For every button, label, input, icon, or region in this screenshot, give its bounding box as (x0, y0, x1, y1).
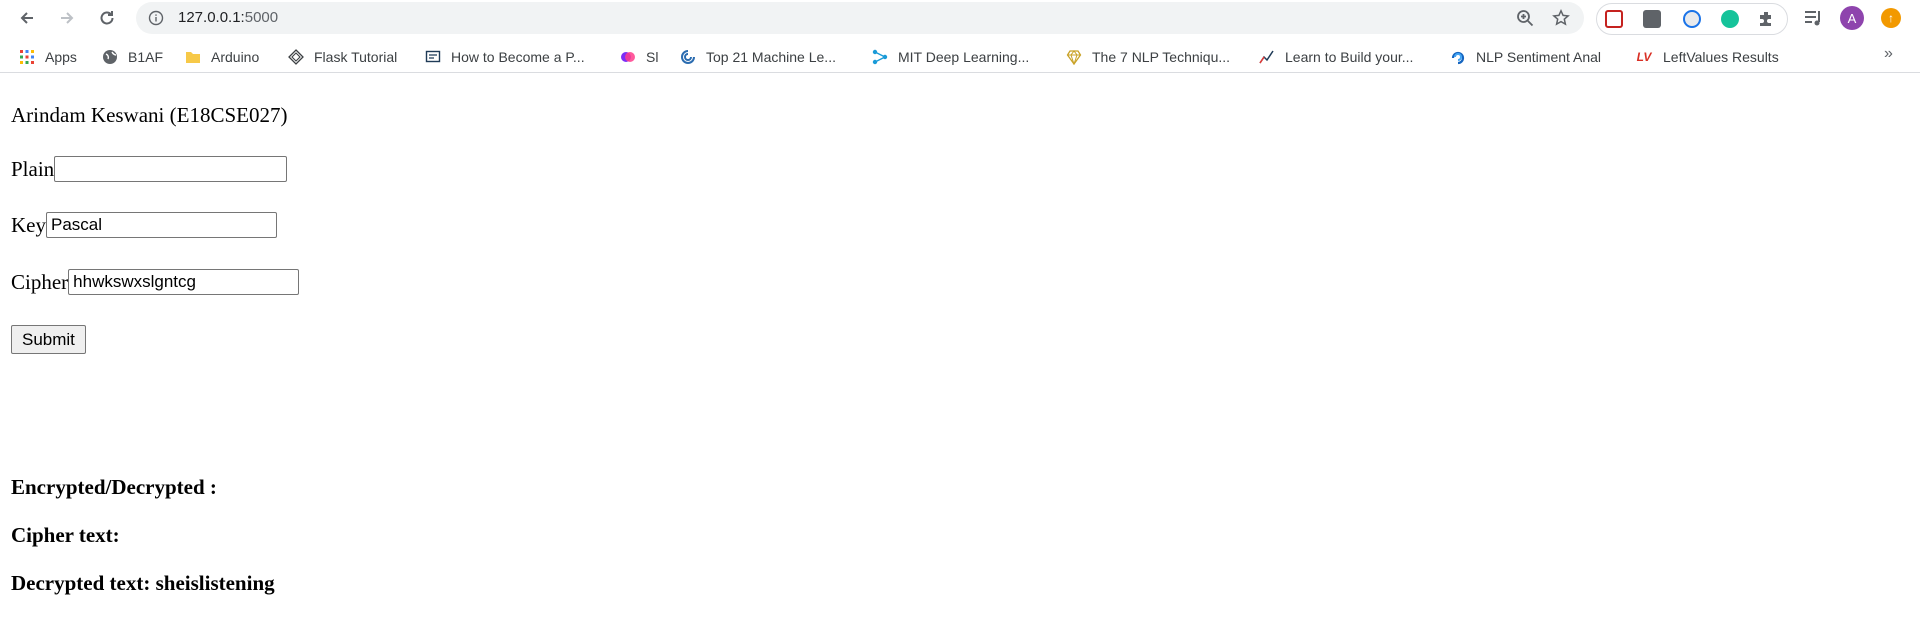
bookmark-star-icon[interactable] (1552, 9, 1570, 27)
gray-extension-icon[interactable] (1643, 10, 1661, 28)
bookmark-apps[interactable]: Apps (19, 47, 77, 67)
bookmark-label: The 7 NLP Techniqu... (1092, 49, 1231, 65)
bookmark-label: Apps (45, 49, 77, 65)
key-row: Key (11, 212, 277, 238)
site-info-icon[interactable] (148, 10, 164, 26)
circles-icon (620, 49, 636, 65)
bookmark-label: MIT Deep Learning... (898, 49, 1030, 65)
puzzle-icon[interactable] (1757, 10, 1775, 28)
plain-row: Plain (11, 156, 288, 182)
media-queue-icon[interactable] (1803, 8, 1823, 28)
folder-icon (185, 49, 201, 65)
cipher-label: Cipher (11, 269, 69, 294)
bookmark-arduino[interactable]: Arduino (185, 47, 259, 67)
cipher-input[interactable] (68, 269, 300, 295)
key-label: Key (11, 212, 46, 237)
zoom-icon[interactable] (1516, 9, 1534, 27)
reload-button[interactable] (93, 4, 121, 32)
bookmark-label: Learn to Build your... (1285, 49, 1414, 65)
extensions-group (1596, 3, 1788, 35)
bookmark-mit-deep-learning[interactable]: MIT Deep Learning... (872, 47, 1029, 67)
decrypted-text-result: Decrypted text: sheislistening (11, 571, 275, 595)
bookmark-label: Flask Tutorial (314, 49, 398, 65)
result-heading: Encrypted/Decrypted : (11, 475, 217, 499)
more-bookmarks-chevron-icon[interactable]: » (1884, 45, 1893, 63)
bookmark-label: LeftValues Results (1663, 49, 1779, 65)
bookmark-b1af[interactable]: B1AF (102, 47, 163, 67)
browser-toolbar: 127.0.0.1:5000 A ↑ (0, 0, 1920, 36)
plain-input[interactable] (54, 156, 288, 182)
bookmark-sl[interactable]: Sl (620, 47, 658, 67)
heart-gem-icon (1066, 49, 1082, 65)
back-arrow-icon (20, 12, 33, 24)
bookmark-learn-to-build[interactable]: Learn to Build your... (1259, 47, 1413, 67)
back-button[interactable] (13, 4, 41, 32)
bookmark-label: NLP Sentiment Anal (1476, 49, 1602, 65)
bookmark-leftvalues-results[interactable]: LV LeftValues Results (1635, 47, 1779, 67)
bookmark-flask-tutorial[interactable]: Flask Tutorial (288, 47, 397, 67)
laptop-icon (425, 49, 441, 65)
address-bar[interactable]: 127.0.0.1:5000 (136, 2, 1584, 34)
bookmark-label: Arduino (211, 49, 260, 65)
diamond-icon (288, 49, 304, 65)
apps-grid-icon (19, 49, 35, 65)
url-host: 127.0.0.1: (178, 9, 245, 26)
bookmark-nlp-sentiment[interactable]: NLP Sentiment Anal (1450, 47, 1601, 67)
globe-icon (102, 49, 118, 65)
forward-button[interactable] (53, 4, 81, 32)
network-icon (872, 49, 888, 65)
bookmark-label: Sl (646, 49, 659, 65)
bookmark-label: How to Become a P... (451, 49, 585, 65)
grammarly-extension-icon[interactable] (1721, 10, 1739, 28)
cipher-text-result: Cipher text: (11, 523, 120, 547)
profile-avatar[interactable]: A (1840, 6, 1864, 30)
plain-label: Plain (11, 156, 55, 181)
cipher-row: Cipher (11, 269, 300, 295)
url-port: 5000 (244, 9, 279, 26)
submit-button[interactable]: Submit (11, 325, 86, 354)
bookmarks-bar: Apps B1AF Arduino Flask Tutorial How to … (0, 42, 1920, 73)
bookmark-7-nlp-techniques[interactable]: The 7 NLP Techniqu... (1066, 47, 1230, 67)
url-text[interactable]: 127.0.0.1:5000 (178, 9, 278, 26)
bookmark-top21-ml[interactable]: Top 21 Machine Le... (680, 47, 836, 67)
author-heading: Arindam Keswani (E18CSE027) (11, 103, 288, 127)
page-content: Arindam Keswani (E18CSE027) Plain Key Ci… (0, 81, 1920, 642)
glasses-extension-icon[interactable] (1683, 10, 1701, 28)
loop-icon (1450, 49, 1466, 65)
bookmark-become-p[interactable]: How to Become a P... (425, 47, 585, 67)
swirl-icon (680, 49, 696, 65)
reload-icon (100, 11, 114, 25)
forward-arrow-icon (61, 12, 74, 24)
pocket-extension-icon[interactable] (1605, 10, 1623, 28)
bookmark-label: B1AF (128, 49, 164, 65)
bookmark-label: Top 21 Machine Le... (706, 49, 836, 65)
update-available-icon[interactable]: ↑ (1881, 8, 1901, 28)
lv-icon: LV (1636, 50, 1652, 64)
trend-icon (1259, 49, 1275, 65)
key-input[interactable] (46, 212, 277, 238)
